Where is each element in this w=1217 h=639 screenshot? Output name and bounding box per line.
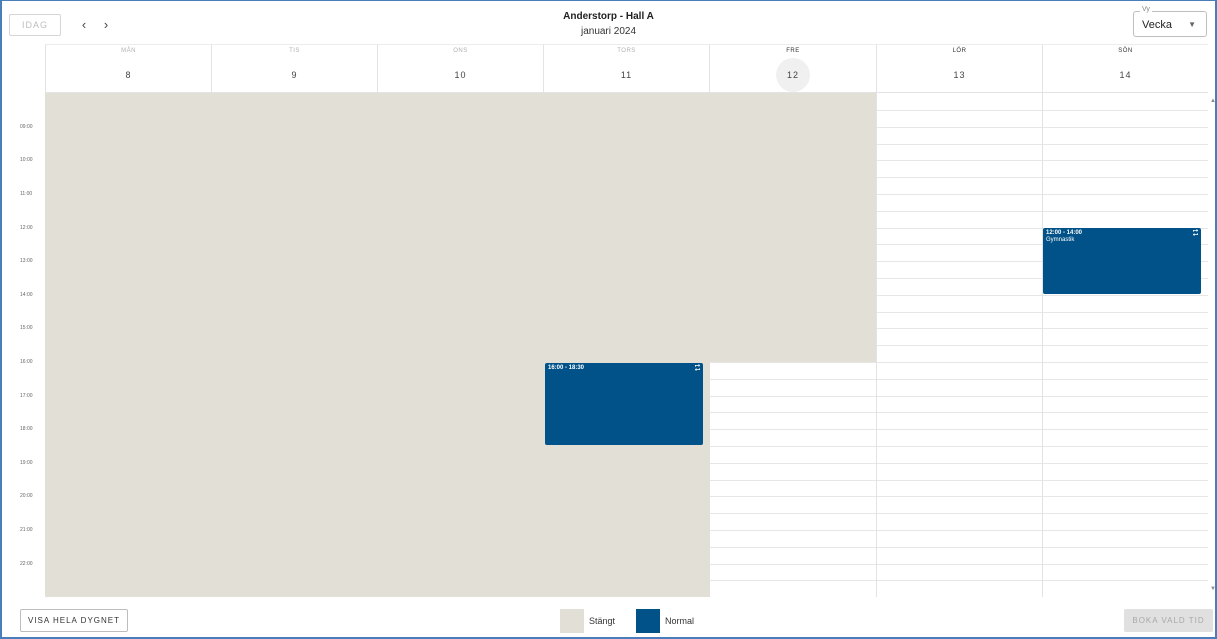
legend-label-normal: Normal — [665, 616, 695, 626]
day-number: 8 — [125, 70, 132, 80]
time-label: 11:00 — [20, 191, 33, 197]
time-label: 20:00 — [20, 493, 33, 499]
day-header-tue: TIS 9 — [211, 44, 377, 92]
legend-swatch-normal — [636, 609, 660, 633]
scroll-up-icon[interactable]: ▲ — [1210, 98, 1216, 104]
time-label: 14:00 — [20, 292, 33, 298]
time-label: 15:00 — [20, 325, 33, 331]
day-number: 11 — [620, 70, 633, 80]
event-sunday[interactable]: 12:00 - 14:00 Gymnastik — [1043, 228, 1201, 294]
caret-down-icon: ▼ — [1188, 20, 1196, 29]
day-number: 9 — [291, 70, 298, 80]
day-name: FRE — [786, 48, 800, 54]
repeat-icon — [694, 364, 701, 371]
time-label: 22:00 — [20, 561, 33, 567]
time-label: 17:00 — [20, 393, 33, 399]
day-header-wed: ONS 10 — [377, 44, 543, 92]
time-label: 12:00 — [20, 225, 33, 231]
event-thursday[interactable]: 16:00 - 18:30 — [545, 363, 703, 445]
day-name: MÅN — [121, 48, 136, 54]
view-select-label: Vy — [1140, 6, 1152, 13]
event-title: Gymnastik — [1046, 237, 1075, 243]
view-select-value: Vecka — [1142, 19, 1172, 31]
day-column-divider — [1042, 93, 1043, 597]
time-label: 13:00 — [20, 258, 33, 264]
day-name: SÖN — [1118, 48, 1133, 54]
day-name: ONS — [453, 48, 468, 54]
day-header-fri: FRE 12 — [709, 44, 876, 92]
day-number: 10 — [454, 70, 467, 80]
legend-label-closed: Stängt — [589, 616, 616, 626]
event-time: 16:00 - 18:30 — [548, 365, 585, 371]
time-label: 09:00 — [20, 124, 33, 130]
week-grid[interactable]: 16:00 - 18:30 12:00 - 14:00 Gymnastik — [45, 92, 1208, 597]
day-header-sat: LÖR 13 — [876, 44, 1042, 92]
day-number: 13 — [953, 70, 966, 80]
time-label: 18:00 — [20, 426, 33, 432]
view-select[interactable]: Vy Vecka ▼ — [1133, 6, 1207, 37]
event-time: 12:00 - 14:00 — [1046, 230, 1083, 236]
day-number-today: 12 — [776, 58, 810, 92]
legend-swatch-closed — [560, 609, 584, 633]
day-name: TIS — [289, 48, 300, 54]
closed-block-mon-fri — [45, 93, 876, 362]
day-name: LÖR — [952, 48, 967, 54]
time-label: 21:00 — [20, 527, 33, 533]
time-label: 10:00 — [20, 157, 33, 163]
time-label: 19:00 — [20, 460, 33, 466]
day-column-divider — [876, 93, 877, 597]
scroll-down-icon[interactable]: ▼ — [1210, 586, 1216, 592]
page-title: Anderstorp - Hall A — [563, 11, 654, 22]
day-number: 14 — [1119, 70, 1132, 80]
page-subtitle: januari 2024 — [580, 26, 637, 37]
day-name: TORS — [617, 48, 636, 54]
book-selected-time-button[interactable]: BOKA VALD TID — [1124, 609, 1213, 632]
time-label: 16:00 — [20, 359, 33, 365]
day-header-sun: SÖN 14 — [1042, 44, 1208, 92]
day-header-mon: MÅN 8 — [45, 44, 211, 92]
day-header-thu: TORS 11 — [543, 44, 709, 92]
show-full-day-button[interactable]: VISA HELA DYGNET — [20, 609, 128, 632]
repeat-icon — [1192, 229, 1199, 236]
